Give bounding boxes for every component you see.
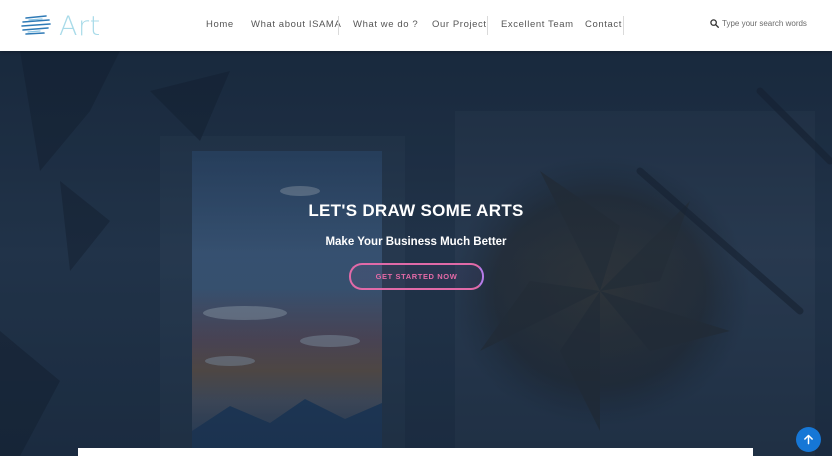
search-icon[interactable] <box>710 19 719 28</box>
get-started-button[interactable]: GET STARTED NOW <box>349 263 484 290</box>
nav-item-our-project[interactable]: Our Project <box>432 19 487 30</box>
nav-item-contact[interactable]: Contact <box>585 19 622 30</box>
site-header: Art Home What about ISAMA What we do ? O… <box>0 0 832 51</box>
hero-title: LET'S DRAW SOME ARTS <box>308 201 524 220</box>
logo-mark-icon <box>21 15 51 35</box>
arrow-up-icon <box>804 434 813 445</box>
nav-item-home[interactable]: Home <box>206 19 234 30</box>
hero-subtitle: Make Your Business Much Better <box>325 236 507 248</box>
logo[interactable]: Art <box>20 9 101 43</box>
nav-divider <box>487 16 488 35</box>
content-card-edge <box>78 448 753 456</box>
hero-overlay <box>0 51 832 456</box>
nav-divider <box>623 16 624 35</box>
nav-item-about[interactable]: What about ISAMA <box>251 19 341 30</box>
search-box <box>710 19 808 28</box>
scroll-to-top-button[interactable] <box>796 427 821 452</box>
brand-name: Art <box>59 10 101 42</box>
nav-item-team[interactable]: Excellent Team <box>501 19 574 30</box>
nav-divider <box>338 16 339 35</box>
hero-section: LET'S DRAW SOME ARTS Make Your Business … <box>0 51 832 456</box>
search-input[interactable] <box>722 19 808 28</box>
nav-item-what-we-do[interactable]: What we do ? <box>353 19 418 30</box>
